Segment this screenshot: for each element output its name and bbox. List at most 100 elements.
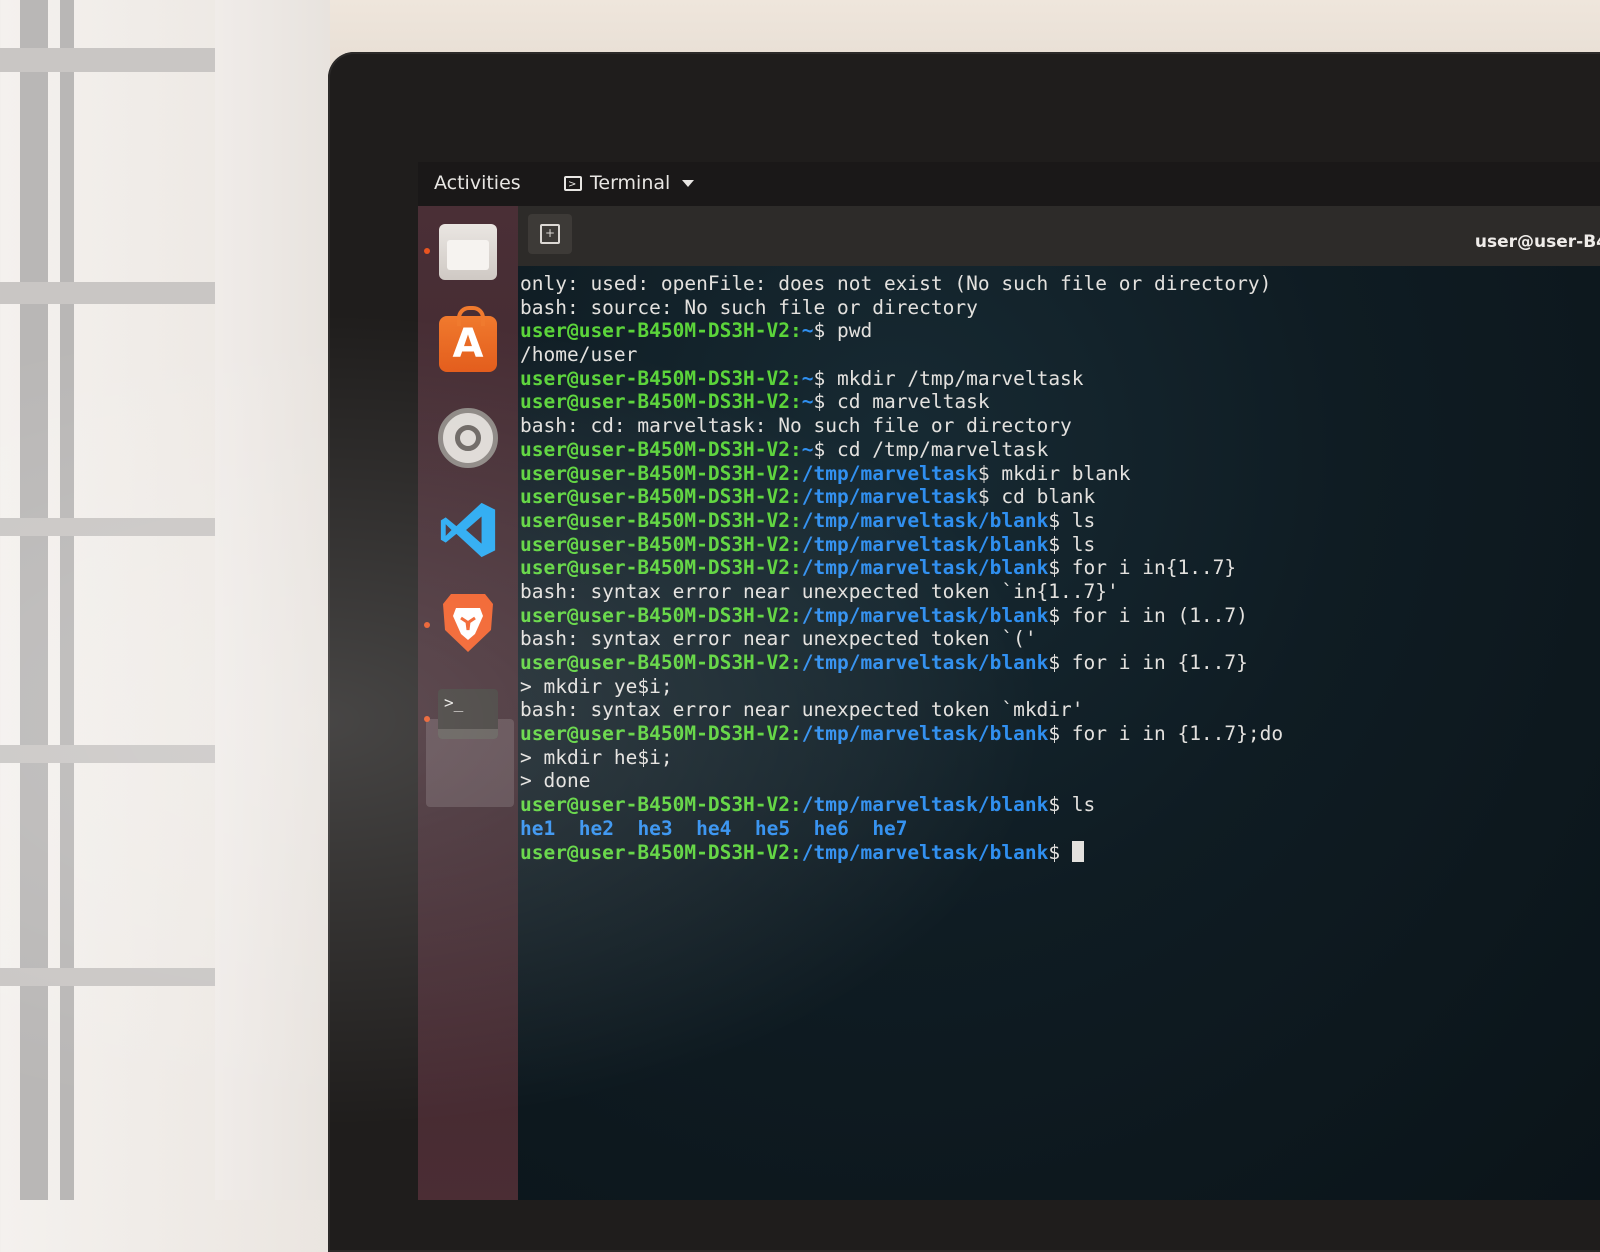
terminal-output-line: bash: syntax error near unexpected token…: [520, 698, 1084, 722]
prompt-user: user@user-B450M-DS3H-V2:: [520, 390, 802, 414]
settings-icon: [438, 408, 498, 468]
dock-item-software[interactable]: A: [436, 306, 500, 376]
terminal-command-line: user@user-B450M-DS3H-V2:/tmp/marveltask/…: [520, 840, 1600, 865]
prompt-path: /tmp/marveltask/blank: [801, 840, 1049, 864]
directory-entry: he3: [637, 816, 673, 840]
terminal-output-line: bash: source: No such file or directory: [520, 295, 978, 319]
terminal-command-line: user@user-B450M-DS3H-V2:/tmp/marveltask/…: [520, 651, 1600, 675]
directory-entry: he1: [520, 816, 556, 840]
running-indicator: [424, 716, 430, 722]
prompt-user: user@user-B450M-DS3H-V2:: [520, 437, 802, 461]
files-icon: [439, 224, 497, 280]
command-text: $ for i in (1..7): [1048, 603, 1248, 627]
terminal-command-line: user@user-B450M-DS3H-V2:/tmp/marveltask/…: [520, 793, 1600, 817]
chevron-down-icon: [682, 179, 695, 187]
prompt-path: /tmp/marveltask/blank: [801, 508, 1049, 532]
directory-entry: he4: [696, 816, 732, 840]
terminal-header-bar: + user@user-B4: [518, 206, 1600, 266]
command-text: $ for i in {1..7};do: [1048, 722, 1284, 746]
dock-item-settings[interactable]: [436, 406, 500, 470]
command-text: $ mkdir /tmp/marveltask: [813, 366, 1084, 390]
prompt-user: user@user-B450M-DS3H-V2:: [520, 556, 802, 580]
new-tab-button[interactable]: +: [528, 214, 572, 254]
prompt-user: user@user-B450M-DS3H-V2:: [520, 508, 802, 532]
wall-background: [215, 0, 340, 1200]
command-text: $ cd marveltask: [813, 390, 990, 414]
command-text: $ cd blank: [977, 485, 1096, 509]
prompt-path: ~: [801, 437, 814, 461]
prompt-path: ~: [801, 366, 814, 390]
activities-button[interactable]: Activities: [434, 172, 521, 194]
command-text: $ for i in {1..7}: [1048, 651, 1248, 674]
dock-item-brave[interactable]: [436, 590, 500, 654]
new-tab-icon: +: [540, 224, 560, 244]
command-text: $ ls: [1048, 508, 1096, 532]
prompt-user: user@user-B450M-DS3H-V2:: [520, 840, 802, 864]
prompt-user: user@user-B450M-DS3H-V2:: [520, 366, 802, 390]
running-indicator: [424, 622, 430, 628]
dock-item-vscode[interactable]: [436, 498, 500, 562]
terminal-command-line: user@user-B450M-DS3H-V2:/tmp/marveltask/…: [520, 509, 1600, 533]
terminal-output-line: bash: syntax error near unexpected token…: [520, 627, 1037, 651]
terminal-output-line: > mkdir ye$i;: [520, 674, 673, 698]
prompt-user: user@user-B450M-DS3H-V2:: [520, 793, 802, 817]
terminal-icon: >_: [438, 689, 498, 739]
directory-entry: he5: [754, 816, 791, 840]
prompt-path: /tmp/marveltask/blank: [801, 651, 1049, 674]
app-menu-terminal[interactable]: > Terminal: [564, 172, 695, 194]
prompt-user: user@user-B450M-DS3H-V2:: [520, 319, 802, 343]
command-text: $ mkdir blank: [977, 461, 1131, 485]
terminal-command-line: user@user-B450M-DS3H-V2:/tmp/marveltask$…: [520, 485, 1600, 509]
prompt-user: user@user-B450M-DS3H-V2:: [520, 485, 802, 509]
terminal-command-line: user@user-B450M-DS3H-V2:/tmp/marveltask$…: [520, 462, 1600, 486]
prompt-path: /tmp/marveltask/blank: [801, 793, 1049, 817]
terminal-output-line: > mkdir he$i;: [520, 745, 673, 769]
prompt-path: /tmp/marveltask: [801, 485, 978, 509]
prompt-path: /tmp/marveltask: [801, 461, 978, 485]
text-cursor: [1071, 840, 1084, 862]
directory-entry: he2: [578, 816, 614, 840]
command-text: $ cd /tmp/marveltask: [813, 437, 1049, 461]
prompt-user: user@user-B450M-DS3H-V2:: [520, 461, 802, 485]
screen: Activities > Terminal A >_ + user@user-B…: [418, 162, 1600, 1200]
command-text: $ for i in{1..7}: [1048, 556, 1237, 580]
software-store-icon: A: [439, 306, 497, 372]
terminal-command-line: user@user-B450M-DS3H-V2:~$ pwd: [520, 319, 1600, 343]
terminal-output-line: /home/user: [520, 343, 638, 367]
prompt-path: ~: [801, 390, 814, 414]
terminal-output-line: bash: syntax error near unexpected token…: [520, 579, 1119, 603]
prompt-path: /tmp/marveltask/blank: [801, 603, 1049, 627]
terminal-output-line: only: used: openFile: does not exist (No…: [520, 272, 1272, 295]
dock-item-files[interactable]: [436, 220, 500, 284]
command-text: $: [1048, 840, 1072, 864]
brave-browser-icon: [443, 594, 493, 652]
window-title: user@user-B4: [1474, 232, 1600, 252]
terminal-command-line: user@user-B450M-DS3H-V2:/tmp/marveltask/…: [520, 556, 1600, 580]
directory-entry: he6: [813, 816, 849, 840]
prompt-user: user@user-B450M-DS3H-V2:: [520, 651, 802, 674]
command-text: $ ls: [1048, 532, 1096, 556]
terminal-command-line: user@user-B450M-DS3H-V2:/tmp/marveltask/…: [520, 533, 1600, 557]
gnome-top-bar: Activities > Terminal: [418, 162, 1600, 206]
ls-output-line: he1 he2 he3 he4 he5 he6 he7: [520, 817, 1600, 841]
prompt-path: ~: [801, 319, 814, 343]
prompt-user: user@user-B450M-DS3H-V2:: [520, 532, 802, 556]
prompt-user: user@user-B450M-DS3H-V2:: [520, 722, 802, 746]
prompt-path: /tmp/marveltask/blank: [801, 556, 1049, 580]
prompt-user: user@user-B450M-DS3H-V2:: [520, 603, 802, 627]
command-text: $ pwd: [813, 319, 873, 343]
dock: A >_: [418, 206, 518, 1200]
vscode-icon: [440, 502, 496, 558]
dock-item-terminal[interactable]: >_: [436, 682, 500, 746]
terminal-command-line: user@user-B450M-DS3H-V2:/tmp/marveltask/…: [520, 722, 1600, 746]
terminal-output[interactable]: only: used: openFile: does not exist (No…: [518, 266, 1600, 1200]
command-text: $ ls: [1048, 793, 1096, 817]
terminal-app-icon: >: [564, 175, 582, 191]
terminal-command-line: user@user-B450M-DS3H-V2:/tmp/marveltask/…: [520, 604, 1600, 628]
terminal-command-line: user@user-B450M-DS3H-V2:~$ cd /tmp/marve…: [520, 438, 1600, 462]
terminal-command-line: user@user-B450M-DS3H-V2:~$ mkdir /tmp/ma…: [520, 367, 1600, 391]
prompt-path: /tmp/marveltask/blank: [801, 722, 1049, 746]
prompt-path: /tmp/marveltask/blank: [801, 532, 1049, 556]
terminal-output-line: > done: [520, 769, 591, 793]
running-indicator: [424, 248, 430, 254]
